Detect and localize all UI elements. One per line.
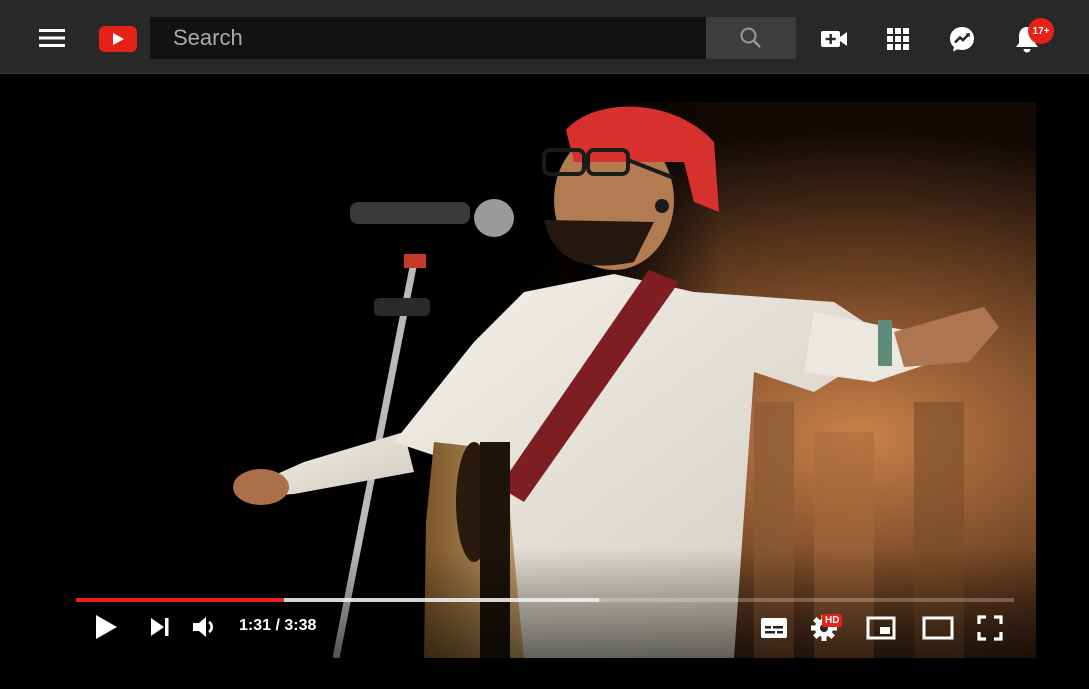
miniplayer-icon xyxy=(866,616,896,640)
miniplayer-button[interactable] xyxy=(864,614,898,642)
upload-video-icon[interactable] xyxy=(816,22,852,56)
search-input[interactable] xyxy=(150,17,706,59)
progress-played xyxy=(76,598,285,602)
messages-icon[interactable] xyxy=(944,22,980,56)
apps-grid-icon[interactable] xyxy=(880,22,916,56)
notification-count-badge: 17+ xyxy=(1028,18,1054,44)
menu-icon[interactable] xyxy=(36,24,68,52)
progress-bar[interactable] xyxy=(76,598,1014,602)
next-button[interactable] xyxy=(147,614,173,640)
subtitles-button[interactable] xyxy=(758,614,790,642)
time-display: 1:31 / 3:38 xyxy=(239,617,317,634)
play-button[interactable] xyxy=(92,612,120,642)
search-icon xyxy=(740,27,761,48)
skip-next-icon xyxy=(151,618,169,636)
volume-icon xyxy=(193,617,213,637)
theater-mode-icon xyxy=(922,616,954,640)
theater-mode-button[interactable] xyxy=(920,614,956,642)
fullscreen-icon xyxy=(977,615,1003,641)
fullscreen-button[interactable] xyxy=(974,612,1006,644)
hd-quality-badge: HD xyxy=(822,614,843,627)
top-bar: 17+ xyxy=(0,0,1089,74)
youtube-logo-icon[interactable] xyxy=(99,26,137,52)
subtitles-icon xyxy=(761,618,787,638)
video-frame[interactable] xyxy=(54,102,1036,658)
play-icon xyxy=(96,615,117,639)
search-button[interactable] xyxy=(706,17,796,59)
volume-button[interactable] xyxy=(191,613,219,641)
